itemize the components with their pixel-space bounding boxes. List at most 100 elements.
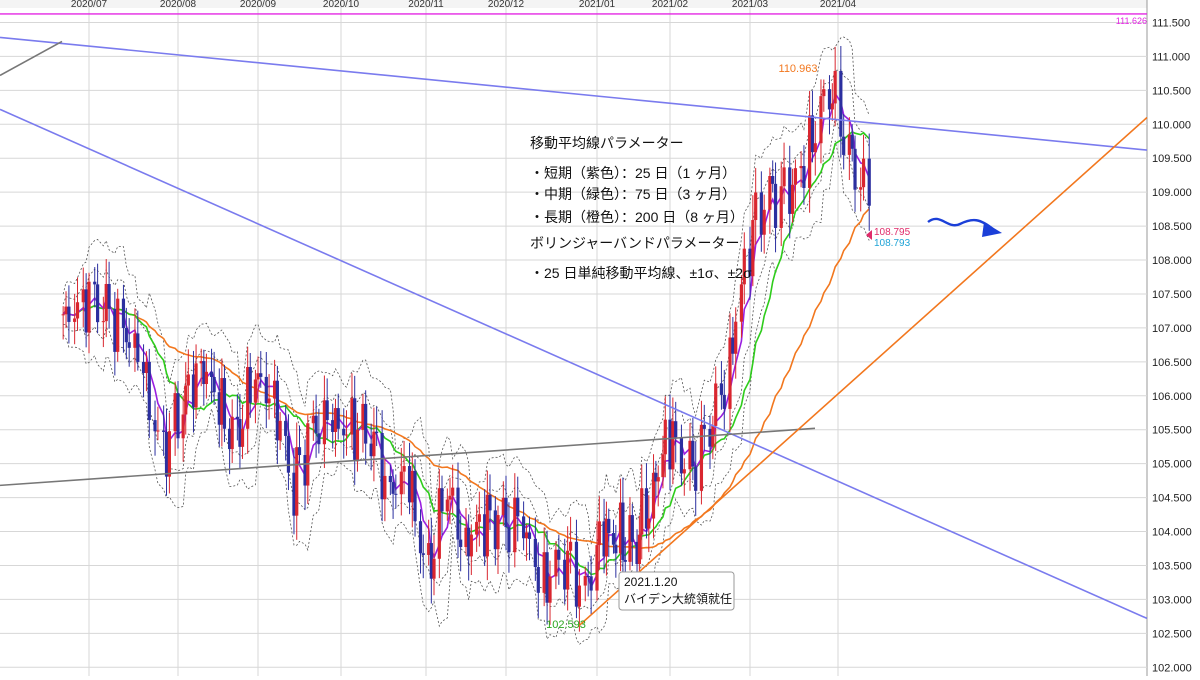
candle-body [577,585,581,607]
candle-body [595,545,599,591]
y-tick-label: 105.500 [1152,425,1192,437]
candle-body [402,466,406,472]
candle-body [209,371,214,377]
y-tick-label: 102.000 [1152,662,1192,674]
candle-body [621,502,625,560]
candle-body [107,283,111,309]
candle-body [793,168,798,185]
candle-body [702,424,706,429]
candle-body [830,103,834,110]
candle-body [141,361,146,373]
candle-body [859,187,863,190]
candle-body [295,447,299,516]
callout-box: 2021.1.20 バイデン大統領就任 [618,571,735,611]
candle-body [432,558,436,579]
trendline-gray-short [0,40,63,77]
candle-body [839,70,843,137]
candle-body [475,521,479,535]
candle-body [164,431,169,477]
candle-body [808,115,812,188]
candle-body [253,379,258,403]
candle-body [699,424,704,491]
candle-body [317,433,321,445]
candle-body [194,363,198,408]
candle-body [802,166,806,188]
candle-body [421,553,425,555]
candle-body [833,70,837,104]
y-tick-label: 108.000 [1152,255,1192,267]
candle-body [73,318,77,322]
x-tick-label: 2020/07 [71,0,108,10]
candle-body [278,420,282,441]
candle-body [445,499,449,512]
candle-body [782,167,786,187]
candle-body [81,289,85,303]
candle-body [728,337,732,409]
candle-body [853,148,857,190]
y-tick-label: 108.500 [1152,221,1192,233]
candle-body [410,470,414,503]
panel-line-1: 移動平均線パラメーター [530,135,684,151]
candle-body [773,183,778,228]
x-tick-label: 2020/11 [408,0,444,10]
candle-body [383,475,387,500]
candle-body [440,488,444,512]
candle-body [779,186,783,228]
candle-body [173,393,177,432]
candle-body [418,521,423,554]
y-tick-label: 104.000 [1152,527,1192,539]
candle-body [668,419,672,470]
candle-body [314,415,318,434]
candle-body [156,430,160,432]
candlestick-chart: 2020/07 2020/08 2020/09 2020/10 2020/11 2020/… [0,0,1200,676]
candle-body [867,158,871,206]
x-tick-label: 2020/10 [323,0,360,10]
candle-body [407,466,412,503]
candle-body [375,431,379,434]
candle-body [771,176,775,184]
candle-body [583,576,587,586]
candle-body [322,400,326,445]
candle-body [589,576,593,591]
callout-text: バイデン大統領就任 [624,591,732,606]
candle-body [121,298,126,329]
candle-body [273,380,277,399]
candle-body [568,541,573,551]
candle-body [719,383,724,395]
candle-body [819,96,823,144]
candle-body [275,380,279,441]
candle-body [630,515,634,542]
candle-body [527,532,532,539]
candle-body [75,302,80,319]
candle-body [264,376,268,404]
candle-body [822,89,826,97]
candles [61,45,871,632]
candle-body [361,403,365,430]
candle-body [513,497,517,553]
x-tick-label: 2021/02 [652,0,689,10]
callout-date: 2021.1.20 [624,575,678,589]
candle-body [762,209,766,235]
candle-body [586,576,590,578]
candle-body [827,89,832,110]
candle-body [67,306,71,322]
last-price-red-label: 108.795 [874,227,911,238]
x-tick-label: 2021/04 [820,0,857,10]
candle-body [127,342,131,348]
y-tick-label: 109.500 [1152,153,1192,165]
panel-line-5: ボリンジャーバンドパラメーター [530,235,739,251]
y-tick-label: 111.000 [1152,51,1190,63]
candle-body [391,482,395,494]
overlays [0,13,1148,628]
candle-body [355,429,360,460]
candle-body [116,298,120,352]
candle-body [557,549,561,560]
panel-line-6: ・25 日単純移動平均線、±1σ、±2σ [530,265,752,281]
candle-body [333,408,338,432]
y-tick-label: 110.500 [1152,85,1191,97]
candle-body [516,497,520,517]
candle-body [176,393,180,439]
y-tick-label: 106.000 [1152,391,1192,403]
candle-body [212,376,216,393]
candle-body [759,192,763,235]
